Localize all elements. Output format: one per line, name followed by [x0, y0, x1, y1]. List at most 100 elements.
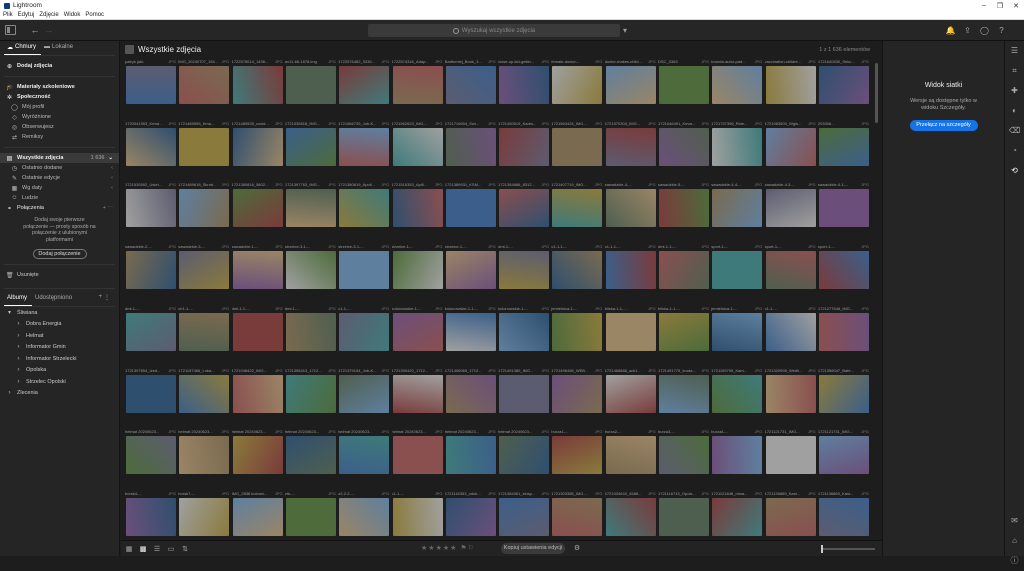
photo-image[interactable] [499, 189, 550, 228]
recently-added-item[interactable]: ◷ Ostatnio dodane ‹ [0, 163, 119, 173]
photo-thumbnail[interactable]: 1721491380_IMG... JPG [498, 368, 550, 429]
recent-edits-item[interactable]: ✎ Ostatnie edycje ‹ [0, 173, 119, 183]
photo-thumbnail[interactable]: 1721468886_adr1... JPG [605, 368, 657, 429]
photo-image[interactable] [605, 189, 656, 228]
photo-image[interactable] [445, 66, 496, 104]
album-item[interactable]: › Opolska [0, 365, 119, 377]
photo-image[interactable] [392, 436, 443, 475]
crop-icon[interactable]: ⌗ [1005, 61, 1024, 81]
photo-thumbnail[interactable]: 1721646491_Kmar... JPG [658, 121, 710, 182]
photo-thumbnail[interactable]: 1721136869_Kast... JPG [765, 491, 817, 539]
photo-image[interactable] [605, 312, 656, 351]
search-bar[interactable]: Wyszukaj wszystkie zdjęcia [368, 24, 620, 37]
photo-image[interactable] [179, 312, 230, 351]
versions-icon[interactable]: ⟲ [1005, 161, 1024, 181]
photo-image[interactable] [232, 251, 283, 290]
photo-image[interactable] [126, 251, 176, 290]
photo-thumbnail[interactable]: ch1-1-... JPG [178, 306, 230, 367]
photo-image[interactable] [659, 312, 709, 351]
photo-thumbnail[interactable]: 1721737396_Ride... JPG [711, 121, 763, 182]
photo-thumbnail[interactable]: 1721407719_IMG... JPG [551, 182, 603, 243]
photo-thumbnail[interactable]: helmat 20240623... JPG [498, 429, 550, 490]
chevron-right-icon[interactable]: › [15, 333, 22, 339]
photo-thumbnail[interactable]: strzelce-1-... JPG [445, 244, 497, 305]
scrollbar-thumb[interactable] [875, 63, 878, 123]
photo-thumbnail[interactable]: 1721491775_kruda... JPG [658, 368, 710, 429]
photo-thumbnail[interactable]: z2-2-2-... JPG [338, 491, 390, 539]
album-item[interactable]: › Helmat [0, 330, 119, 342]
photo-image[interactable] [232, 312, 283, 351]
photo-thumbnail[interactable]: dml-1-... JPG [498, 244, 550, 305]
photo-thumbnail[interactable]: 1720541553_Kmwi... JPG [125, 121, 177, 182]
photo-image[interactable] [445, 251, 496, 290]
edit-sliders-icon[interactable]: ☰ [1005, 41, 1024, 61]
photo-thumbnail[interactable]: sawadzkie-4-4-... JPG [711, 182, 763, 243]
community-item-remixes[interactable]: ⇄ Remiksy [0, 132, 119, 142]
list-view-icon[interactable]: ☰ [151, 544, 163, 554]
photo-image[interactable] [126, 127, 176, 166]
photo-image[interactable] [552, 436, 603, 475]
photo-thumbnail[interactable]: 1721384361_kinsp... JPG [498, 491, 550, 539]
tab-shared[interactable]: Udostępniono [32, 294, 77, 306]
photo-thumbnail[interactable]: sport-1-... JPG [711, 244, 763, 305]
photo-image[interactable] [552, 374, 603, 413]
add-album-icon[interactable]: + [98, 294, 102, 300]
photo-image[interactable] [339, 497, 390, 536]
share-icon[interactable]: ⇪ [961, 24, 974, 37]
album-item[interactable]: › Informator Strzelecki [0, 353, 119, 365]
photo-image[interactable] [392, 127, 443, 166]
photo-image[interactable] [818, 66, 869, 104]
photo-image[interactable] [818, 189, 869, 228]
tab-albums[interactable]: Albumy [4, 294, 33, 306]
add-photos-button[interactable]: ⊕ Dodaj zdjęcia [0, 61, 119, 71]
presets-icon[interactable]: ◔ [1005, 141, 1024, 161]
chevron-right-icon[interactable]: › [15, 356, 22, 362]
photo-image[interactable] [339, 66, 390, 104]
comments-icon[interactable]: ✉ [1005, 511, 1024, 531]
photo-image[interactable] [339, 251, 390, 290]
photo-image[interactable] [765, 66, 816, 104]
photo-image[interactable] [126, 497, 176, 536]
photo-image[interactable] [285, 436, 336, 475]
detail-view-icon[interactable]: ▭ [165, 544, 177, 554]
photo-thumbnail[interactable]: burza3-... JPG [658, 429, 710, 490]
photo-thumbnail[interactable]: 1721390420_1712... JPG [392, 368, 444, 429]
photo-image[interactable] [605, 497, 656, 536]
photo-thumbnail[interactable]: bliska-1-1-... JPG [605, 306, 657, 367]
photo-image[interactable] [499, 312, 550, 351]
photo-image[interactable] [339, 312, 390, 351]
all-photos-item[interactable]: ▤ Wszystkie zdjęcia 1 636 ⌄ [0, 153, 119, 163]
photo-thumbnail[interactable]: 1721496456_WEB... JPG [551, 368, 603, 429]
photo-image[interactable] [499, 436, 550, 475]
photo-image[interactable] [339, 127, 390, 166]
photo-image[interactable] [285, 374, 336, 413]
photo-thumbnail[interactable]: av11-66-1878.img JPG [285, 59, 337, 120]
photo-image[interactable] [339, 374, 390, 413]
photo-image[interactable] [765, 312, 816, 351]
photo-image[interactable] [712, 189, 763, 228]
photo-image[interactable] [765, 251, 816, 290]
photo-thumbnail[interactable]: 1721396413_1712... JPG [285, 368, 337, 429]
photo-image[interactable] [712, 312, 763, 351]
help-icon[interactable]: ? [995, 24, 1008, 37]
photo-thumbnail[interactable]: sawadzkie-2-... JPG [125, 244, 177, 305]
photo-image[interactable] [712, 374, 763, 413]
photo-image[interactable] [659, 189, 709, 228]
back-arrow-icon[interactable]: ← [28, 23, 42, 37]
photo-image[interactable] [659, 497, 709, 536]
photo-image[interactable] [232, 127, 283, 166]
photo-thumbnail[interactable]: strzelce-3-1-... JPG [285, 244, 337, 305]
photo-thumbnail[interactable]: helmat 20240623... JPG [338, 429, 390, 490]
photo-image[interactable] [392, 497, 443, 536]
grid-scrollbar[interactable] [875, 63, 879, 533]
photo-thumbnail[interactable]: sawadzkie-1-... JPG [232, 244, 284, 305]
photo-thumbnail[interactable]: dml-1-1-... JPG [232, 306, 284, 367]
photo-thumbnail[interactable]: c1-1-... JPG [765, 306, 817, 367]
photo-image[interactable] [659, 127, 709, 166]
photo-image[interactable] [392, 312, 443, 351]
photo-thumbnail[interactable]: IMG_20240707_154... JPG [178, 59, 230, 120]
photo-thumbnail[interactable]: burza4-... JPG [711, 429, 763, 490]
photo-thumbnail[interactable]: 1721197466_Loka... JPG [178, 368, 230, 429]
square-grid-view-icon[interactable]: ▦ [123, 544, 135, 554]
photo-thumbnail[interactable]: DSC_3363 JPG [658, 59, 710, 120]
